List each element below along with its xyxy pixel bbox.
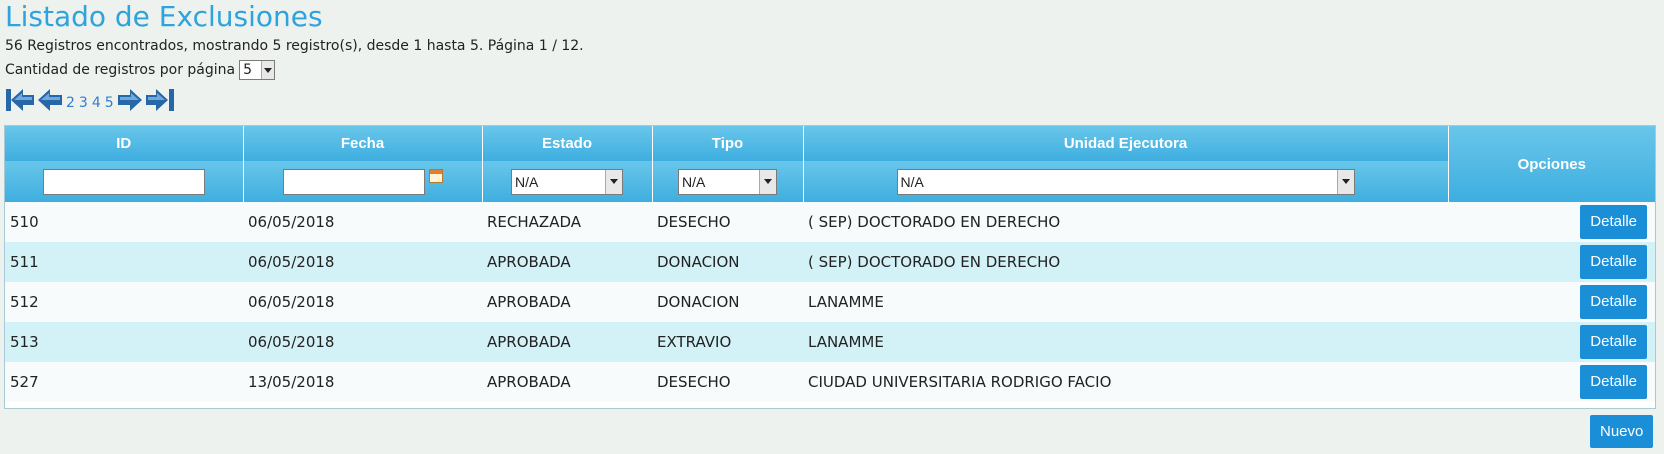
detalle-button[interactable]: Detalle (1580, 245, 1647, 279)
chevron-down-icon (759, 169, 776, 194)
column-header-tipo[interactable]: Tipo (652, 126, 804, 161)
cell-tipo: EXTRAVIO (652, 322, 803, 362)
records-per-page-value: 5 (243, 62, 253, 78)
cell-estado: APROBADA (482, 362, 652, 402)
column-header-estado[interactable]: Estado (482, 126, 653, 161)
nuevo-button[interactable]: Nuevo (1590, 415, 1654, 448)
column-header-id[interactable]: ID (5, 126, 244, 161)
previous-page-icon[interactable] (37, 88, 63, 112)
cell-unidad: CIUDAD UNIVERSITARIA RODRIGO FACIO (803, 362, 1448, 402)
filter-id-input[interactable] (42, 168, 205, 195)
cell-opciones: Detalle (1448, 322, 1655, 362)
cell-fecha: 13/05/2018 (243, 362, 482, 402)
cell-unidad: LANAMME (803, 282, 1448, 322)
page-link-3[interactable]: 3 (78, 96, 89, 110)
next-page-icon[interactable] (117, 88, 143, 112)
cell-unidad: ( SEP) DOCTORADO EN DERECHO (803, 242, 1448, 282)
cell-fecha: 06/05/2018 (243, 202, 482, 242)
cell-id: 510 (5, 202, 243, 242)
first-page-icon[interactable] (5, 88, 35, 112)
column-header-unidad[interactable]: Unidad Ejecutora (803, 126, 1449, 161)
filter-tipo-select[interactable]: N/A (678, 168, 777, 195)
cell-opciones: Detalle (1448, 242, 1655, 282)
cell-unidad: LANAMME (803, 322, 1448, 362)
page-title: Listado de Exclusiones (5, 0, 323, 33)
filter-tipo-value: N/A (682, 173, 706, 190)
cell-opciones: Detalle (1448, 282, 1655, 322)
records-per-page: Cantidad de registros por página 5 (5, 60, 276, 80)
exclusions-table: ID Fecha Estado Tipo Unidad Ejecutora Op… (4, 125, 1656, 409)
detalle-button[interactable]: Detalle (1580, 365, 1647, 399)
cell-fecha: 06/05/2018 (243, 282, 482, 322)
cell-unidad: ( SEP) DOCTORADO EN DERECHO (803, 202, 1448, 242)
page-link-5[interactable]: 5 (104, 96, 115, 110)
detalle-button[interactable]: Detalle (1580, 205, 1647, 239)
cell-estado: APROBADA (482, 242, 652, 282)
column-header-opciones: Opciones (1448, 126, 1655, 202)
page-link-4[interactable]: 4 (91, 96, 102, 110)
cell-id: 511 (5, 242, 243, 282)
filter-cell-fecha (243, 161, 483, 202)
records-per-page-label: Cantidad de registros por página (5, 62, 236, 78)
filter-estado-select[interactable]: N/A (511, 168, 623, 195)
detalle-button[interactable]: Detalle (1580, 325, 1647, 359)
table-row: 511 06/05/2018 APROBADA DONACION ( SEP) … (5, 242, 1655, 282)
filter-unidad-value: N/A (900, 173, 924, 190)
chevron-down-icon (1336, 169, 1354, 194)
filter-cell-id (5, 161, 244, 202)
filter-cell-estado: N/A (482, 161, 653, 202)
filter-fecha-input[interactable] (282, 168, 425, 195)
cell-opciones: Detalle (1448, 202, 1655, 242)
cell-estado: RECHAZADA (482, 202, 652, 242)
cell-estado: APROBADA (482, 282, 652, 322)
cell-tipo: DESECHO (652, 202, 803, 242)
calendar-icon[interactable] (428, 168, 443, 183)
table-row: 513 06/05/2018 APROBADA EXTRAVIO LANAMME… (5, 322, 1655, 362)
cell-fecha: 06/05/2018 (243, 242, 482, 282)
chevron-down-icon (261, 61, 275, 79)
table-row: 512 06/05/2018 APROBADA DONACION LANAMME… (5, 282, 1655, 322)
cell-tipo: DONACION (652, 282, 803, 322)
filter-cell-tipo: N/A (652, 161, 804, 202)
detalle-button[interactable]: Detalle (1580, 285, 1647, 319)
column-header-fecha[interactable]: Fecha (243, 126, 483, 161)
cell-opciones: Detalle (1448, 362, 1655, 402)
table-row: 510 06/05/2018 RECHAZADA DESECHO ( SEP) … (5, 202, 1655, 242)
cell-fecha: 06/05/2018 (243, 322, 482, 362)
filter-unidad-select[interactable]: N/A (896, 168, 1355, 195)
cell-id: 512 (5, 282, 243, 322)
chevron-down-icon (605, 169, 622, 194)
cell-estado: APROBADA (482, 322, 652, 362)
page-link-2[interactable]: 2 (65, 96, 76, 110)
last-page-icon[interactable] (145, 88, 175, 112)
pagination: 2 3 4 5 (5, 88, 175, 112)
filter-estado-value: N/A (515, 173, 539, 190)
cell-tipo: DONACION (652, 242, 803, 282)
table-row: 527 13/05/2018 APROBADA DESECHO CIUDAD U… (5, 362, 1655, 402)
filter-cell-unidad: N/A (803, 161, 1449, 202)
cell-id: 527 (5, 362, 243, 402)
cell-id: 513 (5, 322, 243, 362)
cell-tipo: DESECHO (652, 362, 803, 402)
records-per-page-select[interactable]: 5 (239, 60, 276, 80)
records-summary: 56 Registros encontrados, mostrando 5 re… (5, 38, 584, 54)
